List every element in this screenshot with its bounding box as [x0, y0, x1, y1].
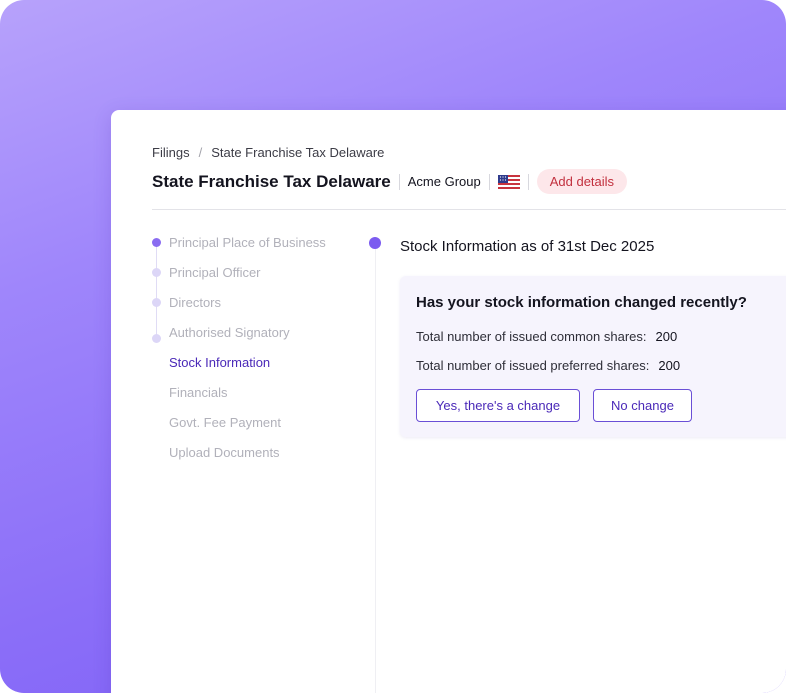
sidebar-item-principal-officer[interactable]: Principal Officer: [152, 265, 357, 295]
sidebar-item-directors[interactable]: Directors: [152, 295, 357, 325]
sidebar-item-govt-fee-payment[interactable]: Govt. Fee Payment: [152, 415, 357, 445]
sidebar-item-label: Principal Place of Business: [169, 235, 326, 250]
sidebar-item-label: Financials: [169, 385, 228, 400]
sidebar-item-upload-documents[interactable]: Upload Documents: [152, 445, 357, 475]
breadcrumb-separator: /: [198, 145, 203, 160]
side-nav: Principal Place of Business Principal Of…: [152, 235, 357, 475]
add-details-button[interactable]: Add details: [536, 169, 628, 194]
header-divider: [152, 209, 786, 210]
sidebar-item-label: Upload Documents: [169, 445, 280, 460]
us-flag-icon: [497, 174, 520, 189]
filing-panel: Filings / State Franchise Tax Delaware S…: [111, 110, 786, 693]
step-title: Stock Information as of 31st Dec 2025: [400, 238, 655, 255]
yes-change-button[interactable]: Yes, there's a change: [416, 389, 580, 422]
sidebar-item-financials[interactable]: Financials: [152, 385, 357, 415]
breadcrumb: Filings / State Franchise Tax Delaware: [152, 145, 384, 160]
step-pending-dot: [152, 298, 161, 307]
flag-divider: [527, 173, 529, 190]
step-pending-dot: [152, 268, 161, 277]
step-pending-dot: [152, 334, 161, 343]
preferred-shares-value: 200: [658, 358, 681, 373]
page-title: State Franchise Tax Delaware: [152, 171, 391, 191]
company-divider: [488, 173, 490, 190]
sidebar-item-label: Stock Information: [169, 355, 271, 370]
sidebar-item-label: Authorised Signatory: [169, 325, 290, 340]
breadcrumb-current: State Franchise Tax Delaware: [211, 145, 385, 160]
no-change-button[interactable]: No change: [593, 389, 692, 422]
common-shares-value: 200: [655, 329, 678, 344]
preferred-shares-label: Total number of issued preferred shares:: [416, 358, 650, 373]
breadcrumb-filings-link[interactable]: Filings: [152, 145, 190, 160]
title-row: State Franchise Tax Delaware Acme Group: [152, 169, 628, 194]
common-shares-label: Total number of issued common shares:: [416, 329, 647, 344]
sidebar-item-authorised-signatory[interactable]: Authorised Signatory: [152, 325, 357, 355]
step-complete-dot: [152, 238, 161, 247]
title-divider: [398, 173, 400, 190]
sidebar-item-label: Directors: [169, 295, 222, 310]
sidebar-item-stock-information[interactable]: Stock Information: [152, 355, 357, 385]
common-shares-row: Total number of issued common shares: 200: [416, 329, 677, 344]
app-background: Filings / State Franchise Tax Delaware S…: [0, 0, 786, 693]
stock-change-question: Has your stock information changed recen…: [416, 294, 747, 311]
current-step-dot: [369, 237, 381, 249]
content-divider: [375, 241, 376, 693]
preferred-shares-row: Total number of issued preferred shares:…: [416, 358, 680, 373]
sidebar-item-label: Principal Officer: [169, 265, 261, 280]
sidebar-item-principal-place-of-business[interactable]: Principal Place of Business: [152, 235, 357, 265]
sidebar-item-label: Govt. Fee Payment: [169, 415, 281, 430]
company-name: Acme Group: [407, 174, 481, 189]
stock-info-card: Has your stock information changed recen…: [400, 276, 786, 437]
